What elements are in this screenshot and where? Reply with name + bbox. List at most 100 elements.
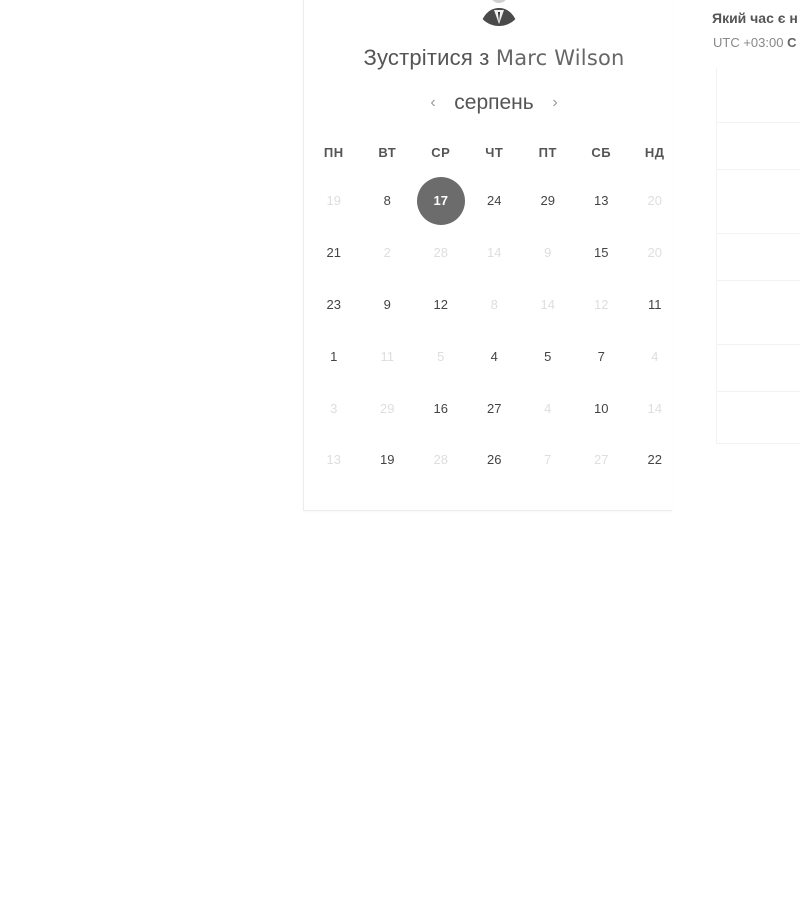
- calendar-day[interactable]: 26: [468, 434, 522, 486]
- calendar-day: 11: [361, 330, 415, 382]
- calendar-day[interactable]: 27: [468, 382, 522, 434]
- day-number: 29: [380, 400, 395, 416]
- day-number: 8: [490, 296, 498, 312]
- day-number: 12: [594, 296, 609, 312]
- calendar-day[interactable]: 19: [361, 434, 415, 486]
- day-number: 27: [487, 400, 502, 416]
- day-number: 11: [380, 348, 395, 364]
- timezone-name: С: [787, 35, 797, 50]
- calendar-day[interactable]: 13: [575, 175, 629, 227]
- weekday-label: ВТ: [378, 145, 397, 160]
- weekday-header: ПН ВТ СР ЧТ ПТ СБ НД: [307, 145, 685, 160]
- day-number: 4: [544, 400, 552, 416]
- host-name: Marc Wilson: [495, 46, 625, 70]
- timezone-offset: UTC +03:00: [713, 35, 784, 50]
- calendar-day[interactable]: 8: [361, 175, 415, 227]
- day-number: 10: [594, 400, 609, 416]
- calendar-day: 13: [307, 434, 361, 486]
- calendar-day[interactable]: 1: [307, 330, 361, 382]
- time-slot[interactable]: [716, 281, 800, 345]
- calendar-day: 20: [628, 227, 682, 279]
- calendar-day: 4: [628, 330, 682, 382]
- calendar-day: 27: [575, 434, 629, 486]
- day-number: 4: [651, 348, 659, 364]
- day-number: 5: [544, 348, 552, 364]
- day-number: 29: [540, 193, 555, 209]
- chevron-right-icon[interactable]: ›: [548, 94, 562, 112]
- calendar-day: 28: [414, 434, 468, 486]
- day-number: 8: [383, 193, 391, 209]
- time-slot-list: [716, 68, 800, 444]
- weekday-label: ПН: [323, 145, 344, 160]
- day-number: 24: [487, 193, 502, 209]
- calendar-day: 19: [307, 175, 361, 227]
- day-number: 7: [597, 348, 605, 364]
- calendar-day[interactable]: 23: [307, 279, 361, 331]
- day-number: 13: [594, 193, 609, 209]
- weekday-label: НД: [644, 145, 665, 160]
- calendar-day[interactable]: 21: [307, 227, 361, 279]
- day-number: 7: [544, 452, 552, 468]
- calendar-day[interactable]: 22: [628, 434, 682, 486]
- calendar-day: 3: [307, 382, 361, 434]
- calendar-day[interactable]: 24: [468, 175, 522, 227]
- day-number: 26: [487, 452, 502, 468]
- calendar-day: 28: [414, 227, 468, 279]
- calendar-day[interactable]: 15: [575, 227, 629, 279]
- calendar-day: 8: [468, 279, 522, 331]
- weekday-label: ЧТ: [485, 145, 504, 160]
- timezone-selector[interactable]: UTC +03:00 С: [713, 35, 796, 50]
- chevron-left-icon[interactable]: ‹: [426, 94, 440, 112]
- day-number: 28: [433, 452, 448, 468]
- page-title: Зустрітися з Marc Wilson: [304, 45, 684, 71]
- calendar-day[interactable]: 12: [414, 279, 468, 331]
- day-number: 23: [326, 296, 341, 312]
- day-number: 5: [437, 348, 445, 364]
- day-number: 14: [487, 245, 502, 261]
- weekday-label: СБ: [591, 145, 612, 160]
- calendar-card: Зустрітися з Marc Wilson ‹ серпень › ПН В…: [303, 0, 672, 511]
- time-slot[interactable]: [716, 68, 800, 123]
- day-number: 21: [326, 245, 341, 261]
- day-number: 13: [326, 452, 341, 468]
- calendar-day[interactable]: 29: [521, 175, 575, 227]
- day-number: 1: [330, 348, 338, 364]
- weekday-label: ПТ: [538, 145, 557, 160]
- time-slot[interactable]: [716, 392, 800, 444]
- day-number: 3: [330, 400, 338, 416]
- day-number: 14: [540, 296, 555, 312]
- day-number: 14: [647, 400, 662, 416]
- calendar-day: 14: [628, 382, 682, 434]
- selected-day[interactable]: 17: [414, 175, 468, 227]
- day-number: 4: [490, 348, 498, 364]
- calendar-day: 14: [468, 227, 522, 279]
- calendar-day: 20: [628, 175, 682, 227]
- time-slot[interactable]: [716, 170, 800, 234]
- calendar-day: 7: [521, 434, 575, 486]
- day-number: 19: [326, 193, 341, 209]
- calendar-day: 9: [521, 227, 575, 279]
- calendar-day: 12: [575, 279, 629, 331]
- timezone-question: Який час є н: [712, 10, 798, 26]
- calendar-day[interactable]: 9: [361, 279, 415, 331]
- calendar-day[interactable]: 11: [628, 279, 682, 331]
- day-number: 17: [416, 176, 465, 225]
- calendar-day: 5: [414, 330, 468, 382]
- day-number: 9: [544, 245, 552, 261]
- time-slot[interactable]: [716, 123, 800, 170]
- calendar-day: 14: [521, 279, 575, 331]
- day-number: 20: [647, 193, 662, 209]
- calendar-day: 2: [361, 227, 415, 279]
- calendar-day[interactable]: 7: [575, 330, 629, 382]
- day-number: 20: [647, 245, 662, 261]
- time-slot[interactable]: [716, 345, 800, 392]
- time-slot[interactable]: [716, 234, 800, 281]
- calendar-day[interactable]: 16: [414, 382, 468, 434]
- avatar-image: [476, 0, 522, 26]
- calendar-day[interactable]: 4: [468, 330, 522, 382]
- weekday-label: СР: [431, 145, 451, 160]
- day-number: 11: [648, 296, 662, 312]
- calendar-day[interactable]: 10: [575, 382, 629, 434]
- month-label: серпень: [454, 91, 534, 114]
- calendar-day[interactable]: 5: [521, 330, 575, 382]
